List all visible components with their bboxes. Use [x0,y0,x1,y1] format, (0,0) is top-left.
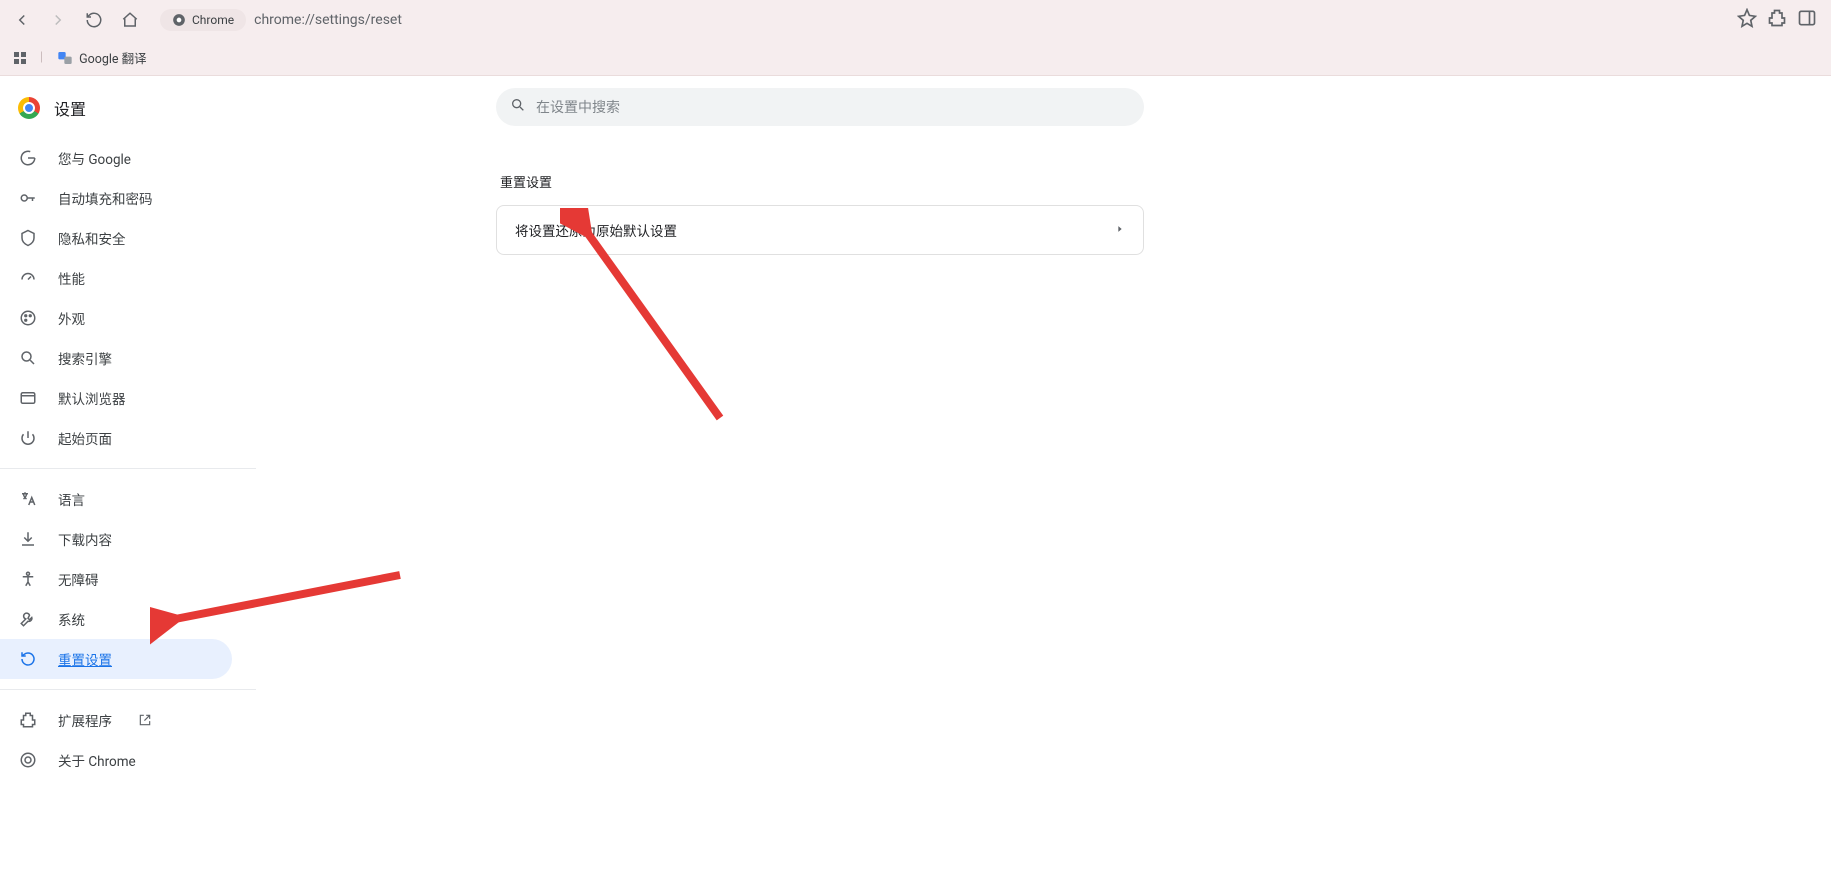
sidebar-item-autofill[interactable]: 自动填充和密码 [0,178,232,218]
sidebar-item-label: 外观 [58,308,85,328]
settings-search[interactable] [496,88,1144,126]
chrome-logo-icon [18,97,40,119]
url-text: chrome://settings/reset [254,12,402,28]
sidebar-item-about[interactable]: 关于 Chrome [0,740,232,780]
sidebar-item-extensions[interactable]: 扩展程序 [0,700,232,740]
browser-icon [18,389,38,407]
address-bar[interactable]: Chrome chrome://settings/reset [160,9,1729,31]
page-title: 设置 [54,96,86,120]
site-chip-label: Chrome [192,13,234,27]
bookmarks-bar: | Google 翻译 [0,40,1831,76]
sidebar-item-performance[interactable]: 性能 [0,258,232,298]
sidebar-item-label: 您与 Google [58,148,131,168]
sidebar-item-label: 搜索引擎 [58,348,112,368]
sidebar-item-label: 性能 [58,268,85,288]
bookmarks-separator: | [40,50,43,65]
apps-shortcut[interactable] [14,52,26,64]
external-link-icon [138,713,152,727]
sidebar-item-label: 下载内容 [58,529,112,549]
sidebar-item-label: 默认浏览器 [58,388,126,408]
sidebar-item-label: 系统 [58,609,85,629]
translate-icon [18,490,38,508]
back-button[interactable] [8,6,36,34]
sidebar-divider [0,468,256,469]
sidebar-item-label: 扩展程序 [58,710,112,730]
sidebar-item-accessibility[interactable]: 无障碍 [0,559,232,599]
section-heading: 重置设置 [500,172,1144,191]
translate-icon [57,50,73,66]
sidebar-item-label: 语言 [58,489,85,509]
chevron-right-icon [1115,222,1125,238]
site-chip[interactable]: Chrome [160,9,246,31]
sidebar-item-label: 自动填充和密码 [58,188,153,208]
key-icon [18,189,38,207]
sidebar-item-languages[interactable]: 语言 [0,479,232,519]
settings-sidebar: 设置 您与 Google 自动填充和密码 隐私和安全 性能 外观 [0,76,256,894]
sidebar-item-privacy[interactable]: 隐私和安全 [0,218,232,258]
settings-page: 设置 您与 Google 自动填充和密码 隐私和安全 性能 外观 [0,76,1831,894]
palette-icon [18,309,38,327]
restore-defaults-row[interactable]: 将设置还原为原始默认设置 [497,206,1143,254]
sidebar-item-label: 无障碍 [58,569,99,589]
home-button[interactable] [116,6,144,34]
sidebar-item-search-engine[interactable]: 搜索引擎 [0,338,232,378]
reset-card: 将设置还原为原始默认设置 [496,205,1144,255]
restore-defaults-label: 将设置还原为原始默认设置 [515,220,677,240]
sidebar-item-label: 重置设置 [58,649,112,669]
sidebar-divider [0,689,256,690]
google-g-icon [18,149,38,167]
search-input[interactable] [496,88,1144,126]
bookmark-google-translate[interactable]: Google 翻译 [57,48,147,67]
forward-button[interactable] [44,6,72,34]
reload-button[interactable] [80,6,108,34]
sidebar-item-default-browser[interactable]: 默认浏览器 [0,378,232,418]
speedometer-icon [18,269,38,287]
download-icon [18,530,38,548]
sidebar-header: 设置 [0,88,256,138]
sidebar-item-label: 关于 Chrome [58,750,136,770]
settings-main: 重置设置 将设置还原为原始默认设置 [256,76,1831,894]
power-icon [18,429,38,447]
bookmark-star-icon[interactable] [1737,8,1757,32]
sidebar-item-label: 起始页面 [58,428,112,448]
reset-icon [18,650,38,668]
bookmark-label: Google 翻译 [79,48,147,67]
sidebar-item-on-startup[interactable]: 起始页面 [0,418,232,458]
search-icon [18,349,38,367]
chrome-icon [18,751,38,769]
sidebar-item-system[interactable]: 系统 [0,599,232,639]
sidebar-item-downloads[interactable]: 下载内容 [0,519,232,559]
sidebar-item-reset[interactable]: 重置设置 [0,639,232,679]
wrench-icon [18,610,38,628]
side-panel-icon[interactable] [1797,8,1817,32]
browser-toolbar: Chrome chrome://settings/reset [0,0,1831,40]
sidebar-item-you-and-google[interactable]: 您与 Google [0,138,232,178]
extensions-icon[interactable] [1767,8,1787,32]
sidebar-item-label: 隐私和安全 [58,228,126,248]
accessibility-icon [18,570,38,588]
puzzle-icon [18,711,38,729]
sidebar-item-appearance[interactable]: 外观 [0,298,232,338]
search-icon [510,97,526,117]
apps-icon [14,52,26,64]
shield-icon [18,229,38,247]
